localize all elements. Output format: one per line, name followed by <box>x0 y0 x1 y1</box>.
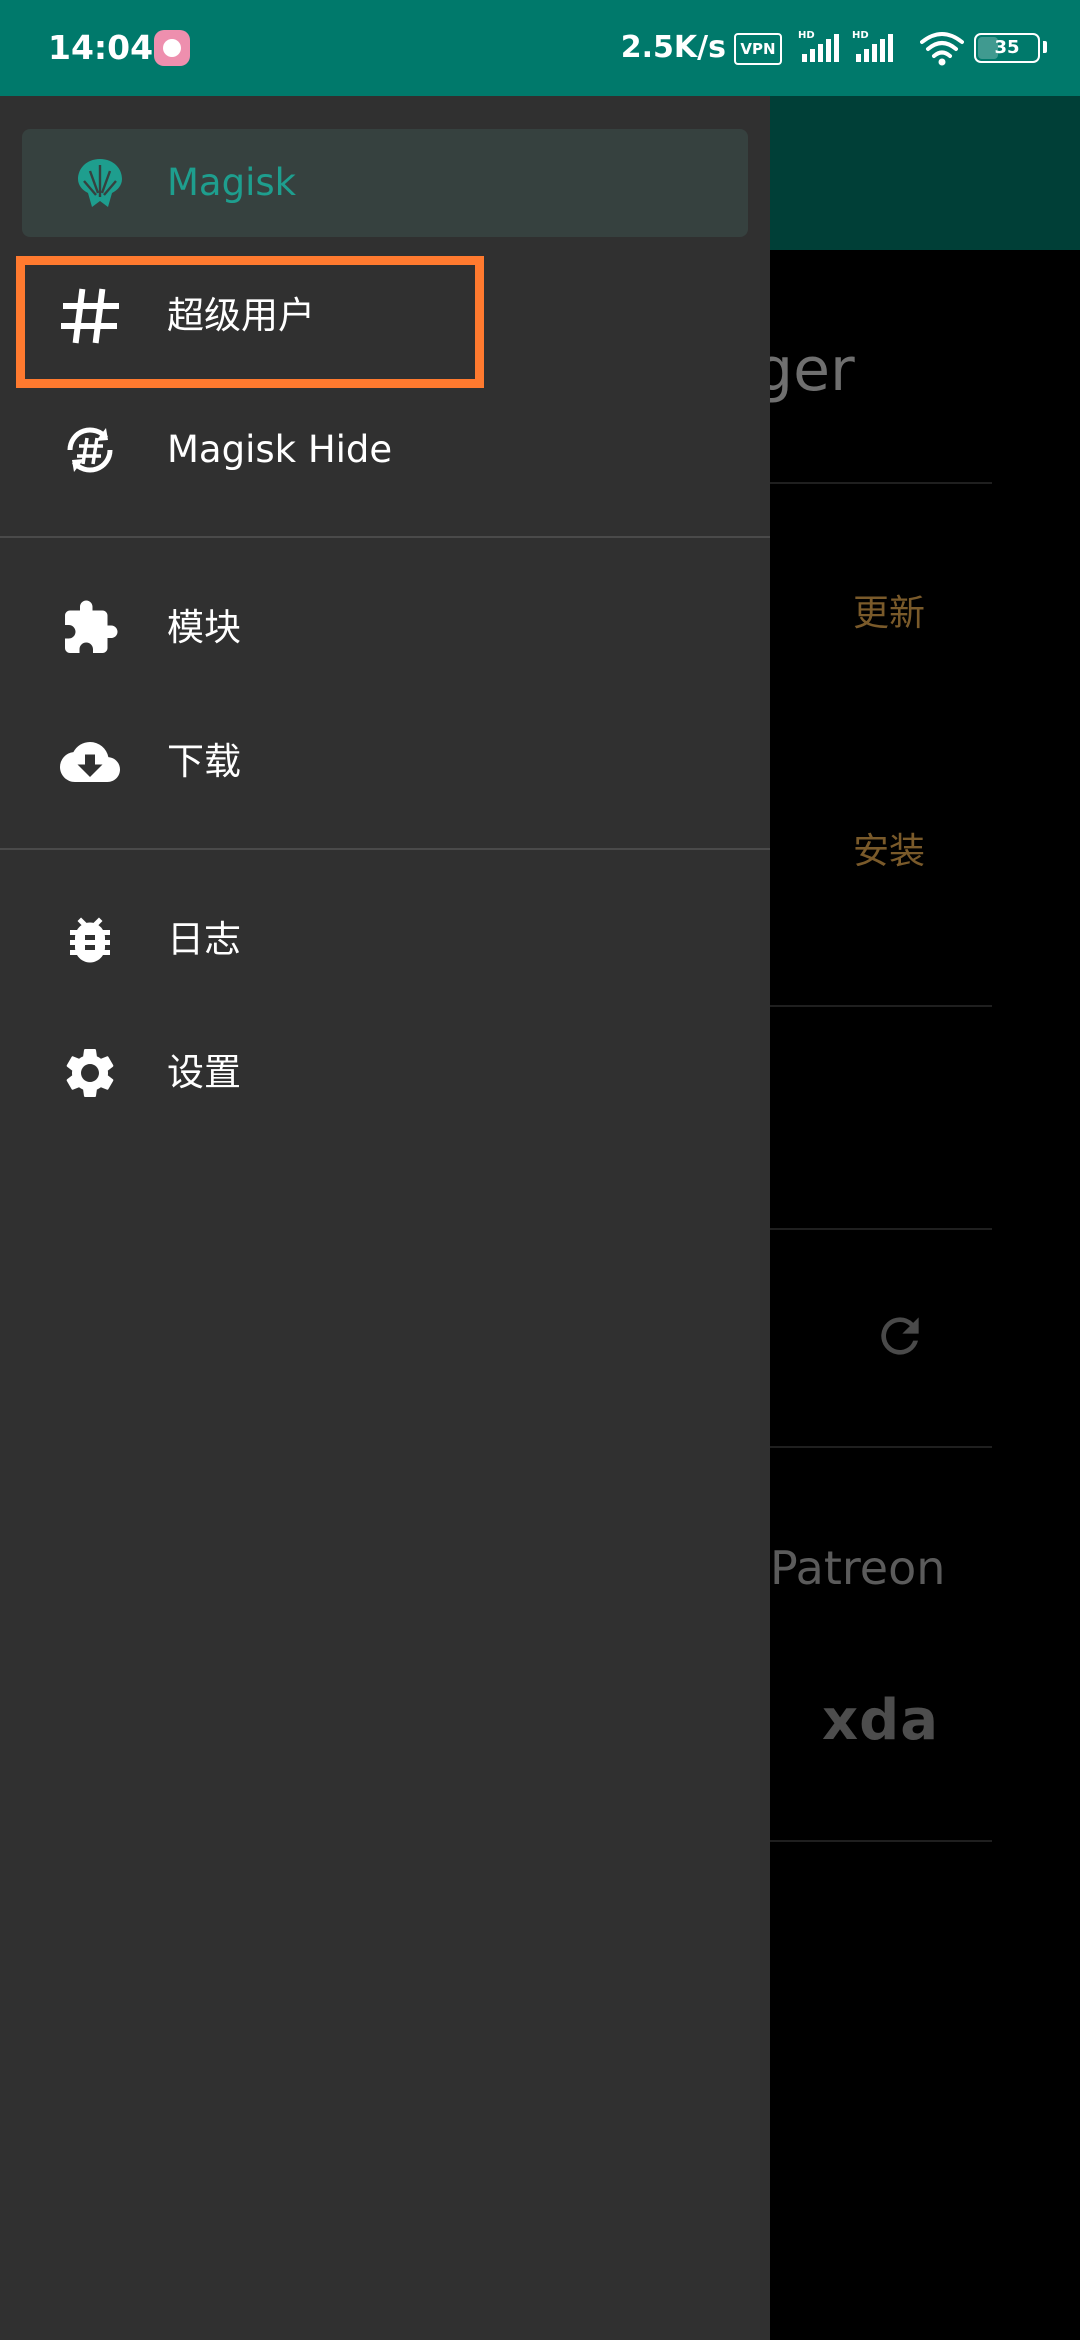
status-bar: 14:04 2.5K/s VPN HD HD 35 <box>0 0 1080 96</box>
nav-item-modules[interactable]: 模块 <box>0 572 770 684</box>
drawer-divider <box>0 536 770 538</box>
nav-label-magisk-hide: Magisk Hide <box>167 428 393 471</box>
background-xda-logo: xda <box>822 1688 939 1753</box>
puzzle-icon <box>65 600 118 653</box>
wifi-icon <box>920 32 964 66</box>
hd-signal-icon: HD <box>852 30 893 62</box>
nav-item-magisk-hide[interactable]: Magisk Hide <box>0 394 770 506</box>
network-speed: 2.5K/s <box>620 30 726 65</box>
battery-tip <box>1043 41 1047 53</box>
magisk-hide-icon <box>67 427 113 473</box>
battery-level: 35 <box>994 37 1020 58</box>
app-notification-icon <box>154 30 190 66</box>
vpn-icon: VPN <box>734 33 782 65</box>
battery-icon: 35 <box>974 33 1040 63</box>
nav-item-logs[interactable]: 日志 <box>0 884 770 996</box>
background-install-button: 安装 <box>853 831 926 872</box>
nav-item-magisk[interactable]: Magisk <box>22 129 748 237</box>
nav-label-downloads: 下载 <box>167 740 241 783</box>
nav-label-settings: 设置 <box>167 1051 241 1094</box>
nav-label-modules: 模块 <box>167 606 241 649</box>
background-patreon-link: Patreon <box>770 1541 946 1595</box>
magisk-logo-icon <box>78 159 122 207</box>
status-time: 14:04 <box>48 28 154 67</box>
svg-text:HD: HD <box>852 30 869 41</box>
cloud-download-icon <box>60 742 120 782</box>
svg-text:HD: HD <box>798 30 815 41</box>
nav-item-settings[interactable]: 设置 <box>0 1017 770 1129</box>
drawer-divider <box>0 848 770 850</box>
background-update-button: 更新 <box>853 593 926 634</box>
hd-signal-icon: HD <box>798 30 839 62</box>
nav-item-downloads[interactable]: 下载 <box>0 706 770 818</box>
navigation-drawer: Magisk 超级用户 Magisk Hide 模块 下载 日志 设置 <box>0 96 770 2340</box>
gear-icon <box>66 1049 114 1097</box>
refresh-icon <box>881 1317 919 1355</box>
highlight-box <box>16 256 484 388</box>
nav-label-magisk: Magisk <box>167 161 297 204</box>
nav-label-logs: 日志 <box>167 918 241 961</box>
bug-icon <box>70 917 110 963</box>
